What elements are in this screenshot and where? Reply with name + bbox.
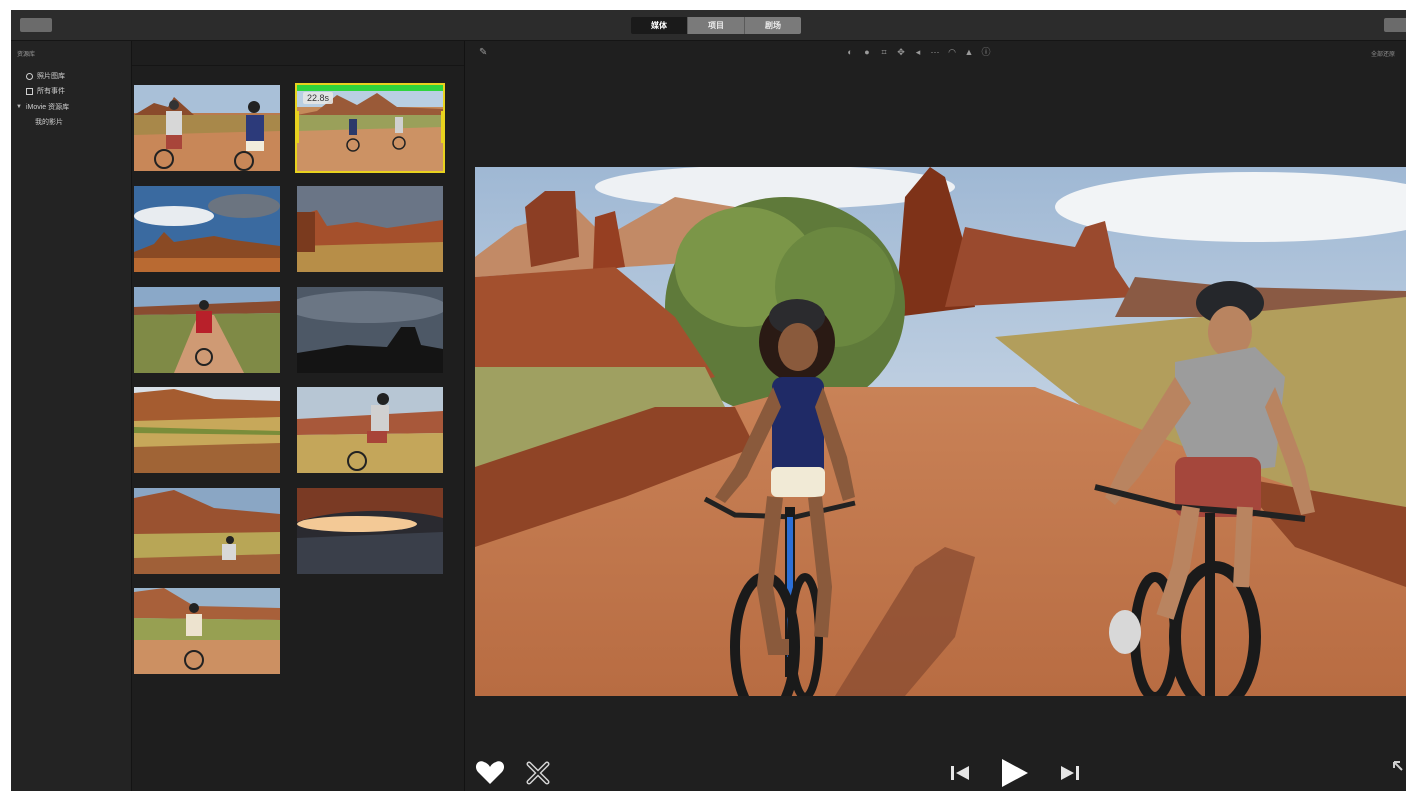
sidebar-item-label: 照片图库 xyxy=(37,73,65,80)
clip-image xyxy=(134,186,280,272)
reject-icon[interactable] xyxy=(525,760,551,786)
clip-image xyxy=(297,488,443,574)
imovie-window: 媒体 项目 剧场 资源库 照片图库 所有事件 ▼ iMovie 资源库 我的影片 xyxy=(11,10,1406,791)
viewer: ✎ ◐ ● ⌗ ✥ ◂ ⋯ ◠ ▲ ⓘ 全部还原 xyxy=(465,41,1406,791)
sidebar-item-imovie-library[interactable]: ▼ iMovie 资源库 xyxy=(16,102,69,112)
video-preview[interactable] xyxy=(475,167,1406,696)
selected-range-bar xyxy=(297,85,443,91)
speed-icon[interactable]: ◠ xyxy=(947,47,957,57)
share-button[interactable] xyxy=(1384,18,1406,32)
magic-wand-icon[interactable]: ✎ xyxy=(479,47,487,58)
noise-reduction-icon[interactable]: ⋯ xyxy=(930,47,940,57)
clip-thumbnail[interactable] xyxy=(297,488,443,574)
preview-frame xyxy=(475,167,1406,696)
clip-thumbnail[interactable] xyxy=(134,287,280,373)
toolbar: 媒体 项目 剧场 xyxy=(11,10,1406,41)
crop-icon[interactable]: ⌗ xyxy=(879,47,889,57)
sidebar-item-all-events[interactable]: 所有事件 xyxy=(26,86,65,96)
info-icon[interactable]: ⓘ xyxy=(981,47,991,57)
clip-thumbnail[interactable] xyxy=(134,588,280,674)
library-header: 资源库 xyxy=(17,52,36,58)
browser-header xyxy=(132,41,464,66)
clip-thumbnail[interactable] xyxy=(297,387,443,473)
sidebar-item-my-movie[interactable]: 我的影片 xyxy=(35,117,63,127)
reset-all-button[interactable]: 全部还原 xyxy=(1371,49,1395,58)
play-icon[interactable] xyxy=(998,757,1030,789)
heart-icon[interactable] xyxy=(475,760,505,786)
clip-image xyxy=(297,387,443,473)
tab-projects[interactable]: 项目 xyxy=(688,17,745,34)
sidebar-item-label: 所有事件 xyxy=(37,88,65,95)
stabilization-icon[interactable]: ✥ xyxy=(896,47,906,57)
duration-badge: 22.8s xyxy=(303,92,334,104)
clip-image xyxy=(134,85,280,171)
playback-controls xyxy=(465,756,1406,791)
clip-thumbnail[interactable] xyxy=(134,488,280,574)
clip-image xyxy=(134,287,280,373)
clip-thumbnail[interactable] xyxy=(297,287,443,373)
library-sidebar: 资源库 照片图库 所有事件 ▼ iMovie 资源库 我的影片 xyxy=(11,41,132,791)
clip-thumbnail[interactable] xyxy=(134,186,280,272)
clip-image xyxy=(134,588,280,674)
tab-media[interactable]: 媒体 xyxy=(631,17,688,34)
skip-forward-icon[interactable] xyxy=(1059,763,1081,783)
adjustments-bar: ◐ ● ⌗ ✥ ◂ ⋯ ◠ ▲ ⓘ xyxy=(845,47,991,57)
skip-back-icon[interactable] xyxy=(949,763,971,783)
events-icon xyxy=(26,87,33,95)
disclosure-triangle-icon[interactable]: ▼ xyxy=(16,104,22,110)
clip-image xyxy=(297,186,443,272)
clip-filter-icon[interactable]: ▲ xyxy=(964,47,974,57)
clip-image xyxy=(297,287,443,373)
color-balance-icon[interactable]: ◐ xyxy=(845,47,855,57)
tab-theater[interactable]: 剧场 xyxy=(745,17,801,34)
sidebar-item-label: 我的影片 xyxy=(35,119,63,126)
photo-library-icon xyxy=(26,72,33,80)
color-correction-icon[interactable]: ● xyxy=(862,47,872,57)
clip-thumbnail[interactable] xyxy=(134,387,280,473)
import-button[interactable] xyxy=(20,18,52,32)
fullscreen-icon[interactable] xyxy=(1392,760,1406,784)
clip-thumbnail[interactable] xyxy=(297,186,443,272)
sidebar-item-label: iMovie 资源库 xyxy=(25,104,70,111)
volume-icon[interactable]: ◂ xyxy=(913,47,923,57)
clip-thumbnail-selected[interactable]: 22.8s xyxy=(295,83,445,173)
clip-thumbnail[interactable] xyxy=(134,85,280,171)
sidebar-item-photos[interactable]: 照片图库 xyxy=(26,71,65,81)
clip-image xyxy=(134,387,280,473)
clip-image xyxy=(134,488,280,574)
trim-handle-left[interactable] xyxy=(297,111,299,143)
view-segmented-control: 媒体 项目 剧场 xyxy=(631,17,801,34)
media-browser: 22.8s xyxy=(132,41,465,791)
trim-handle-right[interactable] xyxy=(441,111,443,143)
